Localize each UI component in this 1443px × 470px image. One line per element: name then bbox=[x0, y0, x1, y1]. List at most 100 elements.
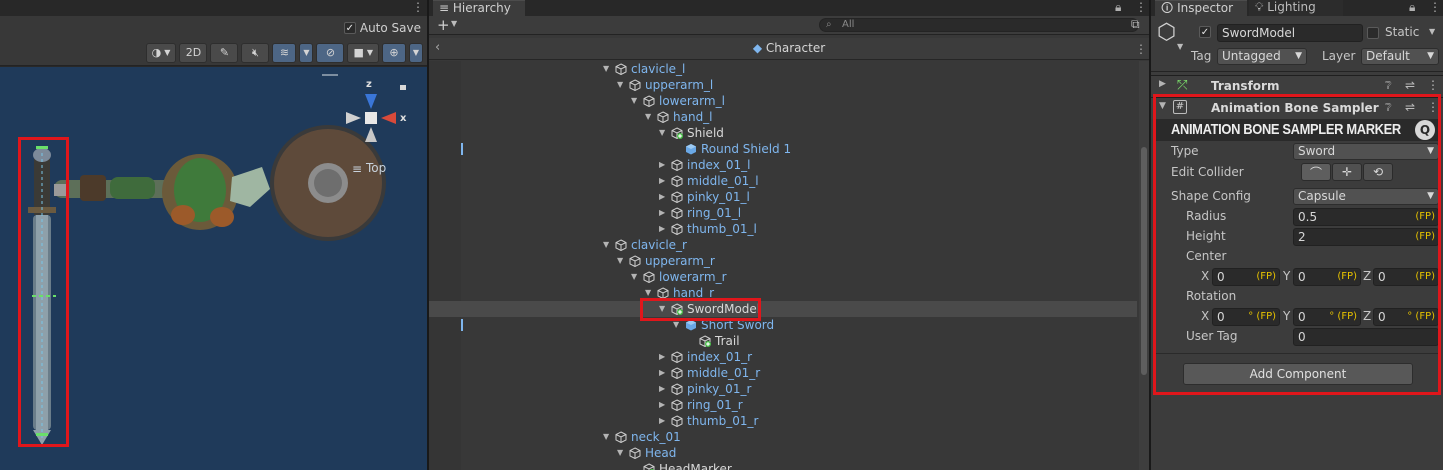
shading-mode-button[interactable]: ◑ ▼ bbox=[145, 42, 177, 63]
expand-arrow-icon[interactable]: ▼ bbox=[603, 61, 613, 77]
hierarchy-row[interactable]: ▶ middle_01_l bbox=[429, 173, 1137, 189]
collapse-arrow-icon[interactable]: ▶ bbox=[659, 349, 669, 365]
hierarchy-scrollbar[interactable] bbox=[1139, 61, 1149, 470]
chevron-down-icon: ▼ bbox=[1427, 51, 1434, 61]
view-label-text: ≡ bbox=[352, 162, 362, 176]
hierarchy-row[interactable]: ▼ Shield bbox=[429, 125, 1137, 141]
lighting-toggle-button[interactable]: ✎ bbox=[210, 42, 239, 63]
hierarchy-menu-icon[interactable]: ⋮ bbox=[1135, 0, 1147, 14]
hierarchy-lock-icon[interactable]: 🔒︎ bbox=[1115, 0, 1121, 14]
hierarchy-row[interactable]: ▼ SwordModel bbox=[429, 301, 1137, 317]
collapse-arrow-icon[interactable]: ▶ bbox=[659, 189, 669, 205]
hierarchy-row[interactable]: ▼ neck_01 bbox=[429, 429, 1137, 445]
collapse-arrow-icon[interactable]: ▶ bbox=[659, 205, 669, 221]
hierarchy-row[interactable]: ▼ upperarm_r bbox=[429, 253, 1137, 269]
auto-save-label: Auto Save bbox=[359, 21, 421, 35]
collapse-arrow-icon[interactable]: ▶ bbox=[659, 397, 669, 413]
hierarchy-row[interactable]: ▼ lowerarm_l bbox=[429, 93, 1137, 109]
inspector-tab[interactable]: 🛈︎ Inspector bbox=[1155, 0, 1247, 16]
component-menu-icon[interactable]: ⋮ bbox=[1427, 78, 1439, 92]
expand-arrow-icon[interactable]: ▼ bbox=[659, 125, 669, 141]
collapse-arrow-icon[interactable]: ▶ bbox=[659, 157, 669, 173]
hierarchy-row[interactable]: ▼ Short Sword bbox=[429, 317, 1137, 333]
expand-arrow-icon[interactable]: ▼ bbox=[631, 93, 641, 109]
static-dropdown-icon[interactable]: ▼ bbox=[1429, 27, 1435, 36]
hierarchy-row[interactable]: ▼ upperarm_l bbox=[429, 77, 1137, 93]
object-name-input[interactable]: SwordModel bbox=[1217, 24, 1363, 42]
camera-button[interactable]: ■ ▼ bbox=[347, 42, 379, 63]
hierarchy-row[interactable]: ▼ Head bbox=[429, 445, 1137, 461]
collapse-arrow-icon[interactable]: ▶ bbox=[659, 381, 669, 397]
hierarchy-row[interactable]: ▶ ring_01_l bbox=[429, 205, 1137, 221]
hierarchy-row[interactable]: ▼ hand_l bbox=[429, 109, 1137, 125]
cube-outline-icon bbox=[643, 271, 655, 283]
presets-icon[interactable]: ⇌ bbox=[1405, 78, 1415, 92]
expand-arrow-icon[interactable]: ▼ bbox=[631, 269, 641, 285]
lighting-tab[interactable]: 💡︎ Lighting bbox=[1249, 0, 1343, 16]
hierarchy-row-label: thumb_01_r bbox=[687, 414, 759, 428]
cube-outline-icon bbox=[629, 447, 641, 459]
create-button[interactable]: + bbox=[437, 16, 450, 34]
create-dropdown-icon[interactable]: ▼ bbox=[451, 19, 457, 28]
hierarchy-row[interactable]: ▼ lowerarm_r bbox=[429, 269, 1137, 285]
hierarchy-row[interactable]: ▼ hand_r bbox=[429, 285, 1137, 301]
collapse-arrow-icon[interactable]: ▶ bbox=[659, 413, 669, 429]
active-checkbox[interactable]: ✓ bbox=[1199, 26, 1211, 38]
inspector-menu-icon[interactable]: ⋮ bbox=[1429, 0, 1441, 14]
shield-model[interactable] bbox=[270, 125, 386, 241]
effects-toggle-button[interactable]: ≋ bbox=[272, 42, 297, 63]
hierarchy-row[interactable]: ▶ pinky_01_l bbox=[429, 189, 1137, 205]
icon-dropdown-icon[interactable]: ▼ bbox=[1177, 42, 1183, 51]
expand-arrow-icon[interactable]: ▼ bbox=[617, 253, 627, 269]
static-checkbox[interactable] bbox=[1367, 27, 1379, 39]
hierarchy-tab[interactable]: ≡ Hierarchy bbox=[433, 0, 525, 16]
auto-save-checkbox[interactable]: ✓ bbox=[343, 22, 356, 34]
hierarchy-row[interactable]: ▼ clavicle_r bbox=[429, 237, 1137, 253]
gizmos-button[interactable]: ⊕ bbox=[382, 42, 406, 63]
inspector-tab-bar: 🛈︎ Inspector 💡︎ Lighting 🔒︎ ⋮ bbox=[1151, 0, 1443, 16]
hierarchy-row[interactable]: ▶ pinky_01_r bbox=[429, 381, 1137, 397]
hierarchy-row[interactable]: ▶ index_01_r bbox=[429, 349, 1137, 365]
expand-arrow-icon[interactable]: ▼ bbox=[617, 445, 627, 461]
gameobject-cube-icon[interactable]: ⬡ bbox=[1157, 22, 1176, 44]
hierarchy-search-input[interactable]: ⌕ All bbox=[819, 18, 1139, 32]
panel-drag-handle[interactable] bbox=[322, 74, 338, 76]
lock-icon[interactable] bbox=[400, 85, 406, 90]
audio-toggle-button[interactable]: 🔇︎ bbox=[241, 42, 270, 63]
hierarchy-row-label: pinky_01_r bbox=[687, 382, 752, 396]
visibility-toggle-button[interactable]: ⊘ bbox=[316, 42, 345, 63]
tag-dropdown[interactable]: Untagged ▼ bbox=[1217, 48, 1307, 65]
search-options-icon[interactable]: ⧉ bbox=[1131, 17, 1140, 32]
hierarchy-row[interactable]: ▶ middle_01_r bbox=[429, 365, 1137, 381]
hierarchy-row[interactable]: ▶ ring_01_r bbox=[429, 397, 1137, 413]
hierarchy-scroll-thumb[interactable] bbox=[1141, 147, 1147, 375]
prefab-menu-icon[interactable]: ⋮ bbox=[1135, 42, 1147, 56]
expand-arrow-icon[interactable]: ▼ bbox=[603, 429, 613, 445]
expand-arrow-icon[interactable]: ▼ bbox=[617, 77, 627, 93]
hierarchy-row-label: Round Shield 1 bbox=[701, 142, 792, 156]
component-highlight-box bbox=[1153, 94, 1441, 395]
hierarchy-row-label: hand_l bbox=[673, 110, 713, 124]
hierarchy-row[interactable]: Trail bbox=[429, 333, 1137, 349]
inspector-lock-icon[interactable]: 🔒︎ bbox=[1409, 0, 1415, 14]
hierarchy-row-label: HeadMarker bbox=[659, 462, 732, 470]
collapse-arrow-icon[interactable]: ▶ bbox=[1159, 79, 1166, 89]
expand-arrow-icon[interactable]: ▼ bbox=[603, 237, 613, 253]
layer-dropdown[interactable]: Default ▼ bbox=[1361, 48, 1439, 65]
hierarchy-row[interactable]: ▶ thumb_01_r bbox=[429, 413, 1137, 429]
2d-toggle-button[interactable]: 2D bbox=[179, 42, 208, 63]
expand-arrow-icon[interactable]: ▼ bbox=[645, 109, 655, 125]
gizmos-dropdown[interactable]: ▼ bbox=[409, 42, 423, 63]
hierarchy-row[interactable]: ▶ thumb_01_l bbox=[429, 221, 1137, 237]
hierarchy-row[interactable]: HeadMarker bbox=[429, 461, 1137, 470]
scene-viewport[interactable]: ≡ z x Top bbox=[0, 67, 427, 470]
effects-dropdown[interactable]: ▼ bbox=[299, 42, 314, 63]
hierarchy-row[interactable]: ▼ clavicle_l bbox=[429, 61, 1137, 77]
collapse-arrow-icon[interactable]: ▶ bbox=[659, 365, 669, 381]
collapse-arrow-icon[interactable]: ▶ bbox=[659, 173, 669, 189]
hierarchy-row[interactable]: Round Shield 1 bbox=[429, 141, 1137, 157]
collapse-arrow-icon[interactable]: ▶ bbox=[659, 221, 669, 237]
scene-menu-icon[interactable]: ⋮ bbox=[412, 0, 424, 14]
hierarchy-row[interactable]: ▶ index_01_l bbox=[429, 157, 1137, 173]
help-icon[interactable]: ❔︎ bbox=[1385, 79, 1392, 93]
